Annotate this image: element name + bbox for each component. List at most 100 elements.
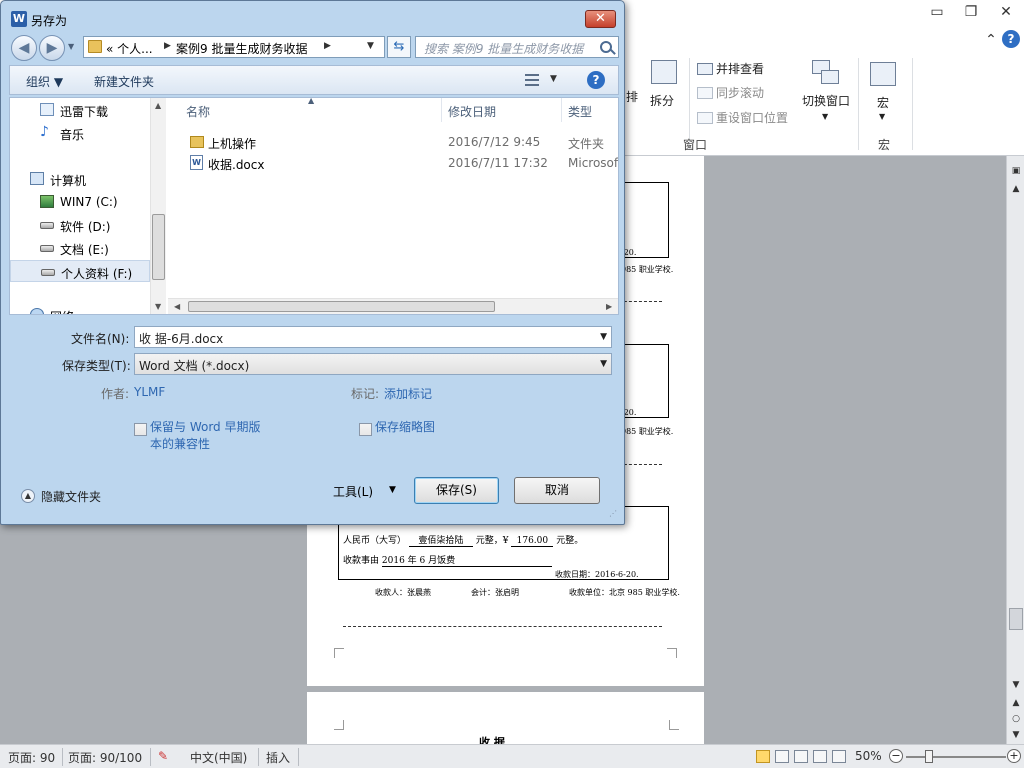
- scroll-up-icon[interactable]: ▲: [1009, 182, 1023, 196]
- proofing-icon[interactable]: ✎: [158, 749, 168, 763]
- column-separator[interactable]: [441, 98, 442, 122]
- reset-position-button[interactable]: 重设窗口位置: [697, 109, 788, 126]
- ruler-toggle-icon[interactable]: ▣: [1009, 164, 1023, 178]
- chevron-down-icon[interactable]: ▼: [600, 332, 607, 342]
- breadcrumb-current[interactable]: 案例9 批量生成财务收据: [176, 40, 307, 57]
- hscroll-thumb[interactable]: [188, 301, 495, 312]
- compatibility-label-line2[interactable]: 本的兼容性: [150, 436, 210, 453]
- scroll-down-icon[interactable]: ▼: [155, 302, 161, 311]
- ribbon-separator: [912, 58, 913, 150]
- zoom-in-button[interactable]: +: [1007, 749, 1021, 763]
- scroll-right-icon[interactable]: ▶: [606, 302, 612, 311]
- scroll-thumb[interactable]: [1009, 608, 1023, 630]
- tags-value[interactable]: 添加标记: [384, 385, 432, 402]
- split-button[interactable]: 拆分: [650, 92, 674, 109]
- nav-item-computer[interactable]: 计算机: [10, 168, 150, 190]
- resize-grip-icon[interactable]: ⋰: [609, 509, 617, 518]
- side-by-side-button[interactable]: 并排查看: [697, 60, 764, 77]
- status-page[interactable]: 页面: 90: [8, 749, 55, 766]
- nav-item-drive-e[interactable]: 文档 (E:): [10, 237, 150, 259]
- browse-object-icon[interactable]: ○: [1009, 712, 1023, 726]
- zoom-slider-track[interactable]: [906, 756, 1006, 758]
- dialog-close-button[interactable]: ✕: [585, 10, 616, 28]
- outline-view-icon[interactable]: [813, 750, 827, 763]
- status-language[interactable]: 中文(中国): [190, 749, 247, 766]
- tools-button[interactable]: 工具(L): [333, 483, 373, 500]
- help-icon[interactable]: ?: [1002, 30, 1020, 48]
- nav-item-thunder-download[interactable]: 迅雷下载: [10, 99, 150, 121]
- address-bar[interactable]: « 个人... ▶ 案例9 批量生成财务收据 ▶ ▼: [83, 36, 385, 58]
- filetype-select[interactable]: Word 文档 (*.docx) ▼: [134, 353, 612, 375]
- scroll-left-icon[interactable]: ◀: [174, 302, 180, 311]
- search-input[interactable]: 搜索 案例9 批量生成财务收据: [415, 36, 619, 58]
- file-row[interactable]: W 收据.docx 2016/7/11 17:32 Microsoft: [168, 153, 618, 173]
- thumbnail-checkbox[interactable]: [359, 423, 372, 436]
- restore-button[interactable]: ❐: [958, 2, 984, 22]
- scroll-up-icon[interactable]: ▲: [155, 101, 161, 110]
- document-page-next[interactable]: 收 据: [307, 692, 704, 749]
- filename-label: 文件名(N):: [71, 332, 130, 346]
- file-list-hscrollbar[interactable]: ◀ ▶: [168, 298, 618, 314]
- prev-page-icon[interactable]: ▲: [1009, 696, 1023, 710]
- zoom-slider-handle[interactable]: [925, 750, 933, 763]
- column-header-type[interactable]: 类型: [568, 103, 592, 120]
- save-button[interactable]: 保存(S): [414, 477, 499, 504]
- breadcrumb-parent[interactable]: « 个人...: [106, 40, 153, 57]
- forward-button[interactable]: ▶: [39, 35, 65, 61]
- column-separator[interactable]: [561, 98, 562, 122]
- compatibility-checkbox[interactable]: [134, 423, 147, 436]
- filename-input[interactable]: 收 据-6月.docx ▼: [134, 326, 612, 348]
- status-pages[interactable]: 页面: 90/100: [68, 749, 142, 766]
- nav-item-network[interactable]: 网络: [10, 304, 150, 314]
- thumbnail-label[interactable]: 保存缩略图: [375, 419, 435, 436]
- chevron-up-icon[interactable]: ▲: [21, 489, 35, 503]
- status-insert-mode[interactable]: 插入: [266, 749, 290, 766]
- breadcrumb-separator-icon[interactable]: ▶: [324, 41, 331, 51]
- nav-item-drive-d[interactable]: 软件 (D:): [10, 214, 150, 236]
- recent-locations-dropdown[interactable]: ▼: [68, 42, 74, 51]
- breadcrumb-separator-icon[interactable]: ▶: [164, 41, 171, 51]
- dialog-toolbar: 组织 ▼ 新建文件夹 ▼ ?: [9, 65, 619, 95]
- new-folder-button[interactable]: 新建文件夹: [94, 73, 154, 90]
- file-row[interactable]: 上机操作 2016/7/12 9:45 文件夹: [168, 132, 618, 152]
- macro-button[interactable]: 宏: [877, 94, 889, 111]
- cancel-button[interactable]: 取消: [514, 477, 600, 504]
- nav-scroll-thumb[interactable]: [152, 214, 165, 280]
- nav-pane-scrollbar[interactable]: ▲ ▼: [150, 98, 166, 314]
- ribbon-collapse-icon[interactable]: ⌃: [978, 30, 1004, 50]
- print-layout-view-icon[interactable]: [756, 750, 770, 763]
- column-header-name[interactable]: 名称: [186, 103, 210, 120]
- compatibility-label-line1[interactable]: 保留与 Word 早期版: [150, 419, 260, 436]
- nav-item-drive-c[interactable]: WIN7 (C:): [10, 191, 150, 213]
- scroll-down-icon[interactable]: ▼: [1009, 678, 1023, 692]
- nav-item-drive-f[interactable]: 个人资料 (F:): [10, 260, 150, 282]
- chevron-down-icon[interactable]: ▼: [600, 359, 607, 369]
- author-value[interactable]: YLMF: [134, 385, 165, 399]
- back-button[interactable]: ◀: [11, 35, 37, 61]
- dialog-titlebar[interactable]: W 另存为: [7, 7, 567, 29]
- address-dropdown-icon[interactable]: ▼: [367, 41, 374, 51]
- minimize-button[interactable]: ▭: [924, 2, 950, 22]
- next-page-icon[interactable]: ▼: [1009, 728, 1023, 742]
- split-partial-label[interactable]: 排: [626, 88, 638, 105]
- web-layout-view-icon[interactable]: [794, 750, 808, 763]
- organize-button[interactable]: 组织 ▼: [26, 73, 63, 90]
- hide-folders-button[interactable]: 隐藏文件夹: [41, 488, 101, 505]
- view-options-icon[interactable]: [525, 74, 539, 86]
- help-icon[interactable]: ?: [587, 71, 605, 89]
- nav-item-music[interactable]: ♪ 音乐: [10, 122, 150, 144]
- draft-view-icon[interactable]: [832, 750, 846, 763]
- tools-dropdown-icon[interactable]: ▼: [389, 485, 396, 495]
- sort-ascending-icon: ▲: [308, 98, 315, 105]
- view-dropdown-icon[interactable]: ▼: [550, 74, 557, 84]
- column-header-date[interactable]: 修改日期: [448, 103, 496, 120]
- search-icon[interactable]: [600, 41, 612, 53]
- close-button[interactable]: ✕: [993, 2, 1019, 22]
- refresh-button[interactable]: ⇆: [387, 36, 411, 58]
- vertical-scrollbar[interactable]: ▣ ▲ ▼ ▲ ○ ▼: [1006, 156, 1024, 744]
- zoom-level[interactable]: 50%: [855, 749, 882, 763]
- switch-window-button[interactable]: 切换窗口: [802, 92, 850, 109]
- sync-scroll-button[interactable]: 同步滚动: [697, 84, 764, 101]
- reading-view-icon[interactable]: [775, 750, 789, 763]
- zoom-out-button[interactable]: −: [889, 749, 903, 763]
